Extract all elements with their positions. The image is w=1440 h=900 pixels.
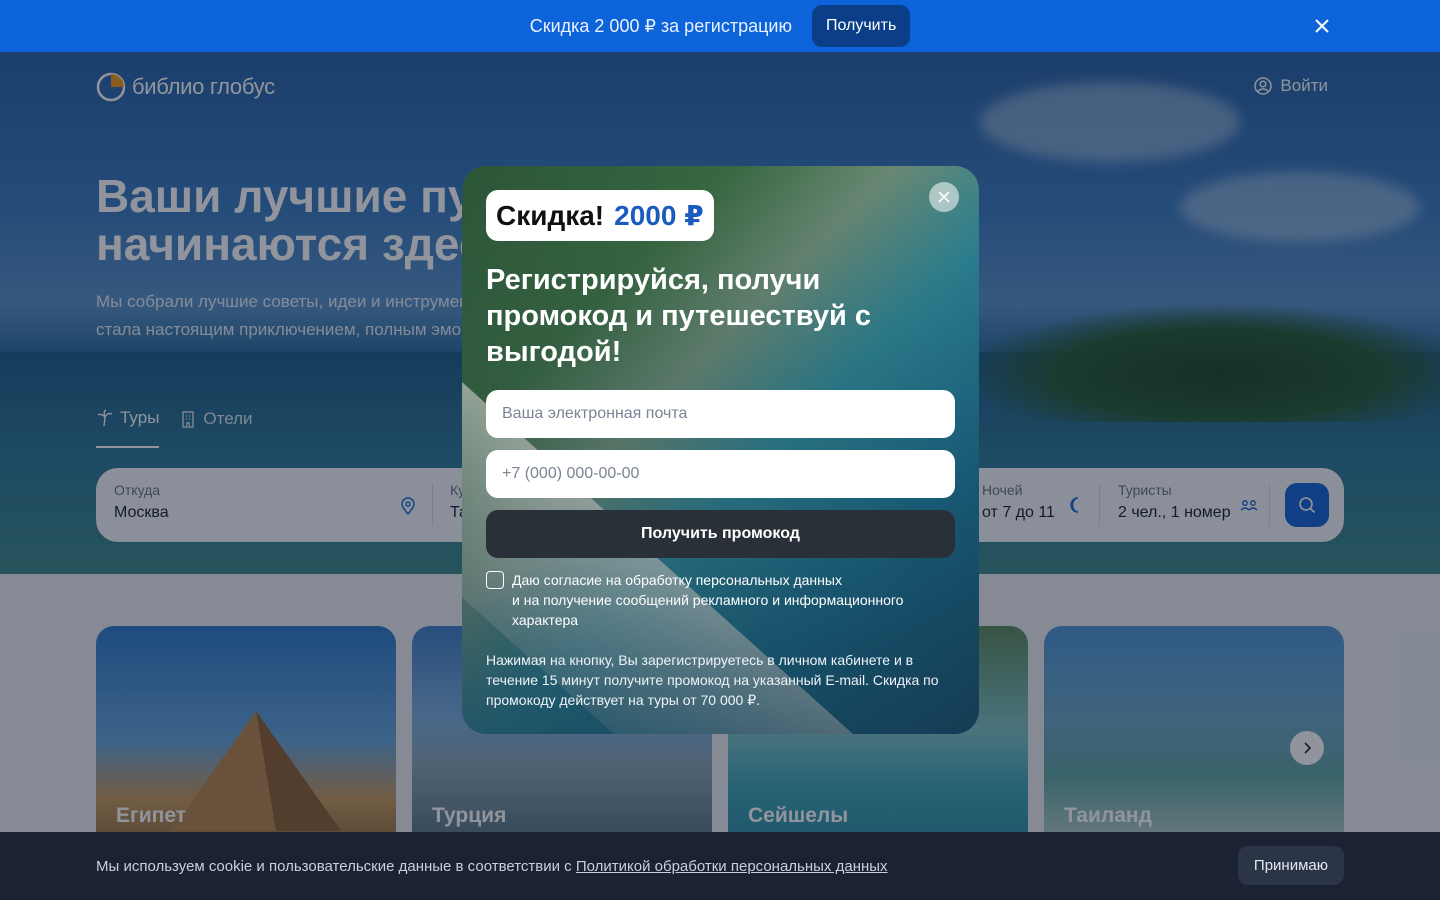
consent-line: и на получение сообщений рекламного и ин… [512, 592, 904, 628]
close-icon[interactable] [1312, 16, 1332, 36]
cookie-text-main: Мы используем cookie и пользовательские … [96, 857, 576, 875]
cookie-text: Мы используем cookie и пользовательские … [96, 858, 888, 875]
modal-title: Регистрируйся, получи промокод и путешес… [486, 264, 871, 368]
get-promocode-button[interactable]: Получить промокод [486, 510, 955, 558]
consent-checkbox[interactable] [486, 571, 504, 589]
close-icon [938, 191, 950, 203]
email-field[interactable]: Ваша электронная почта [486, 390, 955, 438]
modal-close-button[interactable] [929, 182, 959, 212]
promo-get-button[interactable]: Получить [811, 5, 911, 47]
discount-badge-amount: 2000 ₽ [614, 200, 704, 231]
discount-badge: Скидка! 2000 ₽ [486, 190, 714, 241]
modal-note: Нажимая на кнопку, Вы зарегистрируетесь … [486, 652, 939, 708]
discount-badge-text: Скидка! [496, 199, 605, 231]
promo-bar: Скидка 2 000 ₽ за регистрацию Получить [0, 0, 1440, 52]
cookie-bar: Мы используем cookie и пользовательские … [0, 832, 1440, 900]
consent-row: Даю согласие на обработку персональных д… [486, 570, 932, 630]
cookie-accept-button[interactable]: Принимаю [1237, 846, 1344, 885]
consent-line: Даю согласие на обработку персональных д… [512, 572, 842, 588]
phone-field[interactable]: +7 (000) 000-00-00 [486, 450, 955, 498]
consent-text: Даю согласие на обработку персональных д… [512, 570, 932, 630]
registration-modal: Скидка! 2000 ₽ Регистрируйся, получи про… [462, 166, 979, 734]
promo-text: Скидка 2 000 ₽ за регистрацию [529, 15, 792, 36]
privacy-policy-link[interactable]: Политикой обработки персональных данных [576, 858, 888, 875]
